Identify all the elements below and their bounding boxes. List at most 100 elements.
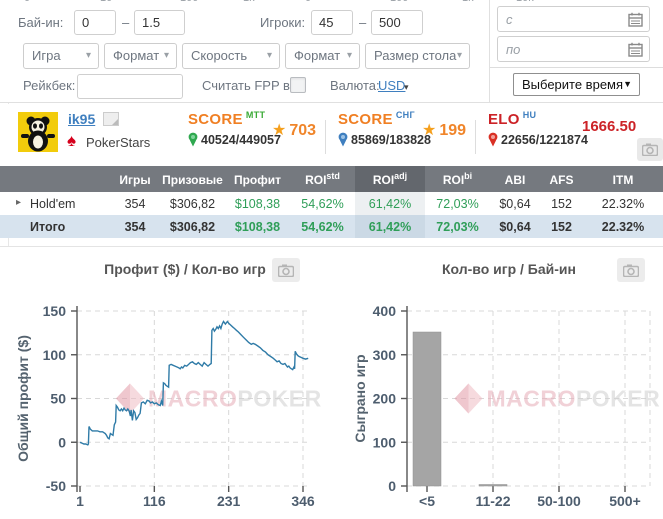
star-icon: ★ [422,122,437,139]
svg-text:400: 400 [373,303,397,319]
rakeback-label: Рейкбек: [23,78,76,93]
scale-label: 1k [243,0,255,4]
svg-text:<5: <5 [419,493,435,509]
svg-text:231: 231 [217,493,241,509]
svg-text:300: 300 [373,347,397,363]
svg-text:11-22: 11-22 [475,493,510,509]
chevron-down-icon: ▾ [404,82,409,92]
table-row-holdem[interactable]: ▸ Hold'em 354 $306,82 $108,38 54,62% 61,4… [0,192,663,215]
cell: $108,38 [225,215,290,238]
cell: 152 [540,192,583,215]
score-rank: 22656/1221874 [501,133,588,147]
svg-text:500+: 500+ [609,493,641,509]
panel-divider [490,67,663,68]
game-dropdown[interactable]: Игра ▾ [23,43,99,69]
note-icon[interactable] [103,112,119,126]
svg-text:50-100: 50-100 [537,493,581,509]
header-roi-adj: ROIadj [355,166,425,192]
format2-dropdown[interactable]: Формат ▾ [285,43,360,69]
table-row-total: Итого 354 $306,82 $108,38 54,62% 61,42% … [0,215,663,238]
calendar-icon[interactable] [628,42,643,57]
header-roi-std: ROIstd [290,166,355,192]
buyin-max-input[interactable] [134,10,185,35]
fpp-checkbox[interactable] [290,77,306,93]
cell: $0,64 [490,215,540,238]
rakeback-input[interactable] [77,74,183,99]
cell: 354 [110,215,160,238]
header-afs: AFS [540,166,583,192]
calendar-icon[interactable] [628,12,643,27]
cell: 61,42% [355,192,425,215]
username-link[interactable]: ik95 [68,111,95,127]
time-select-value: Выберите время [522,77,624,92]
score-label: ELO [488,111,520,128]
elo-value: 1666.50 [582,118,637,135]
speed-dropdown[interactable]: Скорость ▾ [182,43,280,69]
score-label: SCORE [188,111,243,128]
players-max-input[interactable] [371,10,423,35]
svg-text:200: 200 [373,391,397,407]
expand-arrow-icon[interactable]: ▸ [16,197,21,208]
header-prizes: Призовые [160,166,225,192]
camera-screenshot-button[interactable] [637,138,663,161]
svg-text:MACROPOKER: MACROPOKER [148,386,322,412]
score-sup: MTT [245,110,266,120]
cell: $306,82 [160,192,225,215]
panel-divider [489,0,490,103]
scale-label: 10k [516,0,534,4]
svg-text:-50: -50 [46,478,66,494]
chevron-down-icon: ▼ [623,79,632,89]
scale-label: 0 [305,0,311,4]
svg-text:1: 1 [76,493,84,509]
time-select[interactable]: Выберите время ▼ [513,73,640,96]
player-summary: ik95 ♠ PokerStars SCORE MTT 40524/449057 … [0,104,663,166]
chevron-down-icon: ▾ [163,50,169,61]
svg-text:116: 116 [143,493,166,509]
header-empty [0,166,110,192]
cell: $0,64 [490,192,540,215]
score-mtt-block: SCORE MTT 40524/449057 [188,110,281,147]
chevron-down-icon: ▾ [456,50,462,61]
header-games: Игры [110,166,160,192]
scale-label: 0 [24,0,30,4]
cell: 22.32% [583,192,663,215]
charts-section: Профит ($) / Кол-во игр Кол-во игр / Бай… [0,246,663,519]
dropdown-value: Формат [294,48,341,63]
range-dash: – [122,15,130,30]
chevron-down-icon: ▾ [266,50,272,61]
table-size-dropdown[interactable]: Размер стола ▾ [365,43,470,69]
format-dropdown[interactable]: Формат ▾ [104,43,177,69]
cell: 72,03% [425,192,490,215]
cell: $306,82 [160,215,225,238]
score-mtt-stars: ★ 703 [272,120,316,140]
cell: 54,62% [290,192,355,215]
poker-room-name: PokerStars [86,135,151,150]
buyin-label: Бай-ин: [18,15,64,30]
score-rank: 40524/449057 [201,133,281,147]
dropdown-value: Размер стола [374,48,457,63]
svg-text:0: 0 [388,478,396,494]
cell: 152 [540,215,583,238]
stats-table: Игры Призовые Профит ROIstd ROIadj ROIbi… [0,166,663,238]
divider [325,120,326,154]
dropdown-value: Игра [32,48,61,63]
svg-text:346: 346 [291,493,315,509]
score-rank: 85869/183828 [351,133,431,147]
score-sng-block: SCORE СНГ 85869/183828 [338,110,431,147]
medal-icon [488,132,498,147]
star-value: 703 [289,122,317,139]
header-abi: ABI [490,166,540,192]
games-bar-chart: 400 300 200 100 0 <5 11-22 50-100 500+ MACROPOKER… [352,303,660,509]
star-value: 199 [439,122,467,139]
cell: 22.32% [583,215,663,238]
players-min-input[interactable] [311,10,353,35]
medal-icon [338,132,348,147]
row-name: ▸ Hold'em [0,192,110,215]
range-dash: – [359,15,367,30]
filter-panel: 0 10 100 1k 0 100 1k 10k Бай-ин: – Игрок… [0,0,663,103]
buyin-min-input[interactable] [74,10,116,35]
currency-value-link[interactable]: USD [378,73,405,99]
header-profit: Профит [225,166,290,192]
scale-label: 10 [100,0,112,4]
avatar [18,112,58,152]
